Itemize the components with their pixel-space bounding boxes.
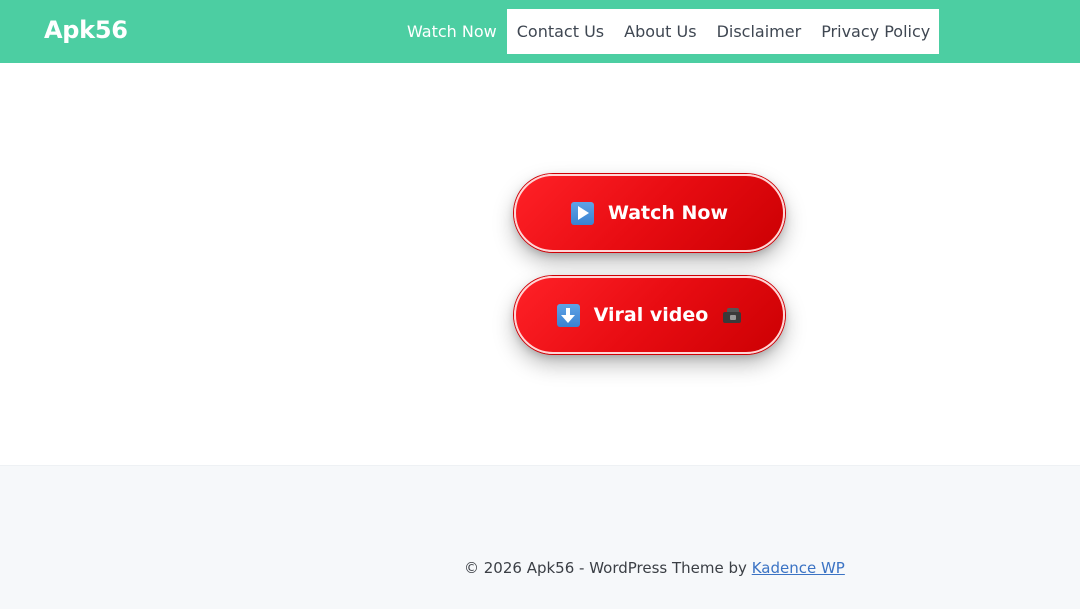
footer-credit: © 2026 Apk56 - WordPress Theme by Kadenc…: [464, 559, 845, 577]
down-arrow-emoji-icon: [556, 303, 580, 327]
nav-item-about-us[interactable]: About Us: [614, 9, 707, 54]
site-footer: © 2026 Apk56 - WordPress Theme by Kadenc…: [0, 465, 1080, 609]
video-camera-icon: [722, 307, 742, 323]
site-header: Apk56 Watch Now Contact Us About Us Disc…: [0, 0, 1080, 63]
primary-nav: Watch Now Contact Us About Us Disclaimer…: [398, 9, 940, 54]
nav-item-watch-now[interactable]: Watch Now: [398, 9, 507, 54]
nav-item-disclaimer[interactable]: Disclaimer: [706, 9, 812, 54]
site-logo[interactable]: Apk56: [44, 16, 128, 44]
watch-now-button[interactable]: Watch Now: [514, 174, 785, 252]
play-button-emoji-icon: [570, 201, 594, 225]
nav-item-contact-us[interactable]: Contact Us: [506, 9, 615, 54]
kadence-wp-link[interactable]: Kadence WP: [752, 559, 845, 577]
nav-item-privacy-policy[interactable]: Privacy Policy: [811, 9, 940, 54]
viral-video-label: Viral video: [593, 304, 709, 326]
footer-copyright-text: © 2026 Apk56 - WordPress Theme by: [464, 559, 752, 577]
viral-video-button[interactable]: Viral video: [514, 276, 785, 354]
watch-now-label: Watch Now: [607, 202, 729, 224]
